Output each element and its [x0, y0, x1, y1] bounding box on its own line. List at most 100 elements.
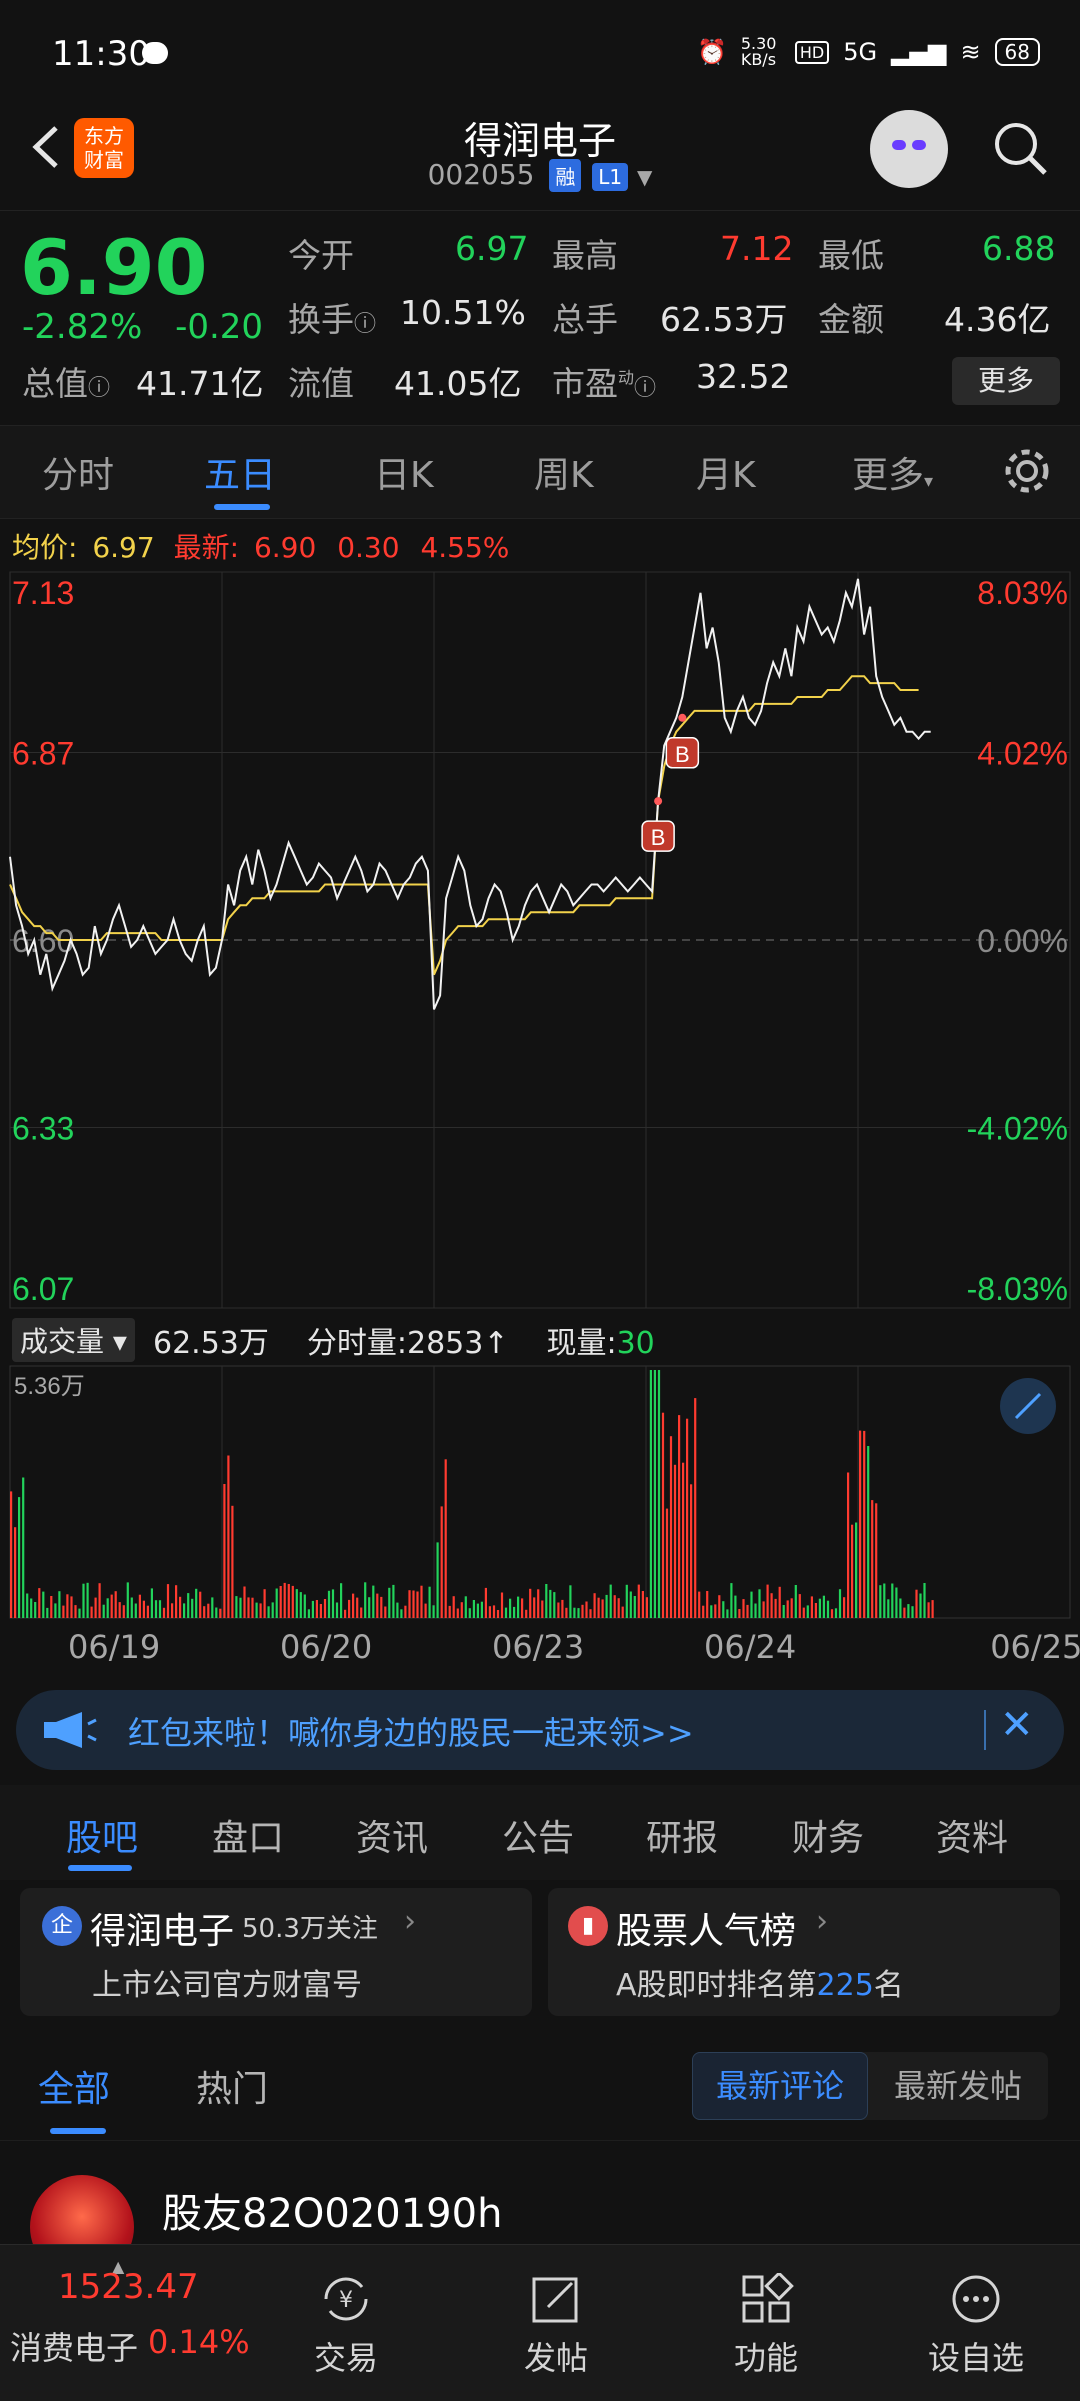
x-tick-date: 06/19 — [68, 1628, 161, 1666]
volume-bar — [573, 1607, 576, 1618]
volume-bar — [432, 1605, 435, 1618]
volume-bar — [464, 1596, 467, 1618]
filter-hot[interactable]: 热门 — [196, 2060, 268, 2112]
y-tick-right: 8.03% — [977, 575, 1068, 611]
tab-profile[interactable]: 资料 — [936, 1809, 1008, 1861]
volume-bar — [690, 1484, 693, 1618]
tab-monthly-k[interactable]: 月K — [696, 446, 756, 498]
nav-add-watchlist[interactable]: 设自选 — [896, 2273, 1056, 2379]
volume-bar — [364, 1582, 367, 1618]
tab-announcements[interactable]: 公告 — [502, 1809, 574, 1861]
company-account-card[interactable]: 企 得润电子 50.3万关注 › 上市公司官方财富号 — [20, 1888, 532, 2016]
amount-label: 金额 — [818, 300, 884, 339]
section-tabs: 股吧 盘口 资讯 公告 研报 财务 资料 — [0, 1785, 1080, 1880]
tab-intraday[interactable]: 分时 — [42, 446, 114, 498]
popularity-rank-card[interactable]: ▮ 股票人气榜 › A股即时排名第225名 — [548, 1888, 1060, 2016]
tab-daily-k[interactable]: 日K — [374, 446, 434, 498]
status-icons: ⏰ 5.30 KB/s HD 5G ▂▄▆ ≋ 68 — [697, 36, 1040, 68]
volume-bar — [239, 1597, 242, 1618]
index-value[interactable]: 1523.47 — [58, 2267, 199, 2307]
volume-bar — [267, 1606, 270, 1618]
pe-label: 市盈动ⓘ — [552, 364, 657, 403]
volume-bar — [585, 1601, 588, 1618]
post-item[interactable]: 股友82O020190h — [0, 2140, 1080, 2279]
gear-icon[interactable] — [1002, 446, 1052, 496]
buy-marker[interactable]: B — [641, 820, 675, 852]
volume-bar — [537, 1589, 540, 1618]
tab-news[interactable]: 资讯 — [356, 1809, 428, 1861]
volume-bar — [919, 1593, 922, 1618]
five-day-price-chart[interactable]: 7.13 8.03%6.87 4.02%6.60 0.00%6.33 -4.02%6.0… — [0, 570, 1080, 1310]
filter-all[interactable]: 全部 — [38, 2060, 110, 2112]
volume-bar — [641, 1591, 644, 1618]
close-icon[interactable]: ✕ — [1000, 1702, 1034, 1748]
volume-bar — [90, 1606, 93, 1618]
search-icon[interactable] — [990, 118, 1050, 178]
sort-latest-post[interactable]: 最新发帖 — [868, 2052, 1048, 2120]
tab-guba[interactable]: 股吧 — [66, 1809, 138, 1861]
svg-text:B: B — [675, 742, 690, 767]
volume-bar — [335, 1602, 339, 1618]
volume-bar — [557, 1602, 560, 1618]
nav-trade[interactable]: ¥ 交易 — [266, 2273, 426, 2379]
chart-period-tabs: 分时 五日 日K 周K 月K 更多▾ — [0, 425, 1080, 519]
volume-bar — [412, 1590, 415, 1618]
volume-bar — [637, 1584, 640, 1618]
volume-bar — [871, 1500, 874, 1618]
volume-chart[interactable]: 5.36万 — [0, 1362, 1080, 1622]
nav-post[interactable]: 发帖 — [476, 2273, 636, 2379]
post-author[interactable]: 股友82O020190h — [162, 2181, 502, 2239]
volume-bar — [786, 1600, 789, 1618]
index-percent[interactable]: 0.14% — [148, 2323, 250, 2361]
expand-icon[interactable] — [1000, 1378, 1056, 1434]
volume-bar — [396, 1602, 399, 1618]
volume-bar — [726, 1609, 729, 1618]
volume-bar — [122, 1605, 125, 1618]
index-name[interactable]: 消费电子 — [10, 2323, 138, 2369]
volume-bar — [275, 1588, 278, 1618]
market-cap-value: 41.71亿 — [136, 364, 264, 403]
buy-marker[interactable]: B — [665, 737, 700, 769]
volume-bar — [762, 1601, 765, 1618]
volume-bar — [806, 1605, 809, 1618]
volume-bar — [211, 1597, 214, 1618]
volume-bar — [70, 1596, 73, 1618]
volume-bar — [388, 1587, 391, 1618]
tab-pankou[interactable]: 盘口 — [212, 1809, 284, 1861]
tab-more[interactable]: 更多▾ — [852, 446, 933, 498]
volume-bar — [855, 1522, 858, 1618]
tab-weekly-k[interactable]: 周K — [534, 446, 594, 498]
volume-bar — [187, 1593, 190, 1618]
assistant-robot-icon[interactable] — [870, 110, 948, 188]
volume-bar — [191, 1598, 194, 1618]
promo-banner[interactable]: 红包来啦！喊你身边的股民一起来领>> ✕ — [16, 1690, 1064, 1770]
market-cap-label: 总值ⓘ — [22, 364, 111, 403]
volume-bar — [154, 1600, 158, 1618]
volume-bar — [408, 1590, 411, 1618]
banner-divider — [984, 1710, 986, 1750]
fenshi-volume: 分时量:2853↑ — [306, 1326, 509, 1361]
more-button[interactable]: 更多 — [952, 357, 1060, 405]
volume-bar — [416, 1591, 419, 1618]
tab-research[interactable]: 研报 — [646, 1809, 718, 1861]
tab-finance[interactable]: 财务 — [792, 1809, 864, 1861]
volume-bar — [460, 1602, 463, 1618]
chart-legend: 均价: 6.97 最新: 6.90 0.30 4.55% — [12, 526, 509, 566]
nav-functions[interactable]: 功能 — [686, 2273, 846, 2379]
battery-icon: 68 — [994, 38, 1040, 66]
volume-bar — [826, 1600, 830, 1618]
volume-bar — [673, 1464, 677, 1618]
volume-selector[interactable]: 成交量 ▾ — [12, 1318, 135, 1362]
tab-five-day[interactable]: 五日 — [204, 446, 276, 498]
volume-bar — [843, 1597, 846, 1618]
volume-bar — [734, 1595, 737, 1618]
banner-text[interactable]: 红包来啦！喊你身边的股民一起来领>> — [128, 1708, 694, 1754]
last-price: 6.90 — [20, 223, 208, 312]
volume-bar — [110, 1594, 113, 1618]
volume-max-label: 5.36万 — [14, 1373, 85, 1400]
volume-bar — [907, 1604, 910, 1618]
alarm-icon: ⏰ — [696, 38, 727, 66]
sort-latest-comment[interactable]: 最新评论 — [692, 2052, 868, 2120]
pe-value: 32.52 — [696, 357, 791, 396]
volume-bar — [698, 1591, 701, 1618]
